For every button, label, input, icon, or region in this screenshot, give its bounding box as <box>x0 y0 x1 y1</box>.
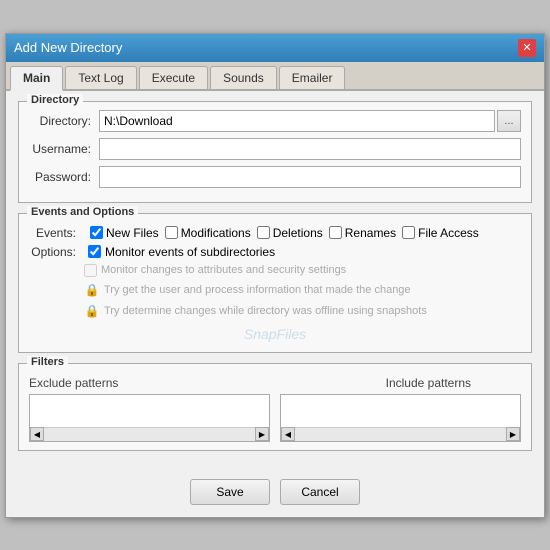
option-get-user-label: Try get the user and process information… <box>104 284 411 296</box>
option-snapshots-label: Try determine changes while directory wa… <box>104 305 427 317</box>
checkbox-renames[interactable] <box>329 226 342 239</box>
include-textarea[interactable] <box>281 395 520 427</box>
exclude-textarea[interactable] <box>30 395 269 427</box>
exclude-scroll-left[interactable]: ◀ <box>30 427 44 441</box>
option-monitor-sub-label: Monitor events of subdirectories <box>105 245 275 259</box>
tab-emailer[interactable]: Emailer <box>279 66 346 89</box>
browse-button[interactable]: ... <box>497 110 521 132</box>
include-scroll-right[interactable]: ▶ <box>506 427 520 441</box>
event-deletions-label: Deletions <box>273 226 323 240</box>
lock-icon-1: 🔒 <box>84 282 100 298</box>
exclude-hscrollbar[interactable]: ◀ ▶ <box>30 427 269 441</box>
directory-label: Directory: <box>29 114 99 128</box>
exclude-scroll-right[interactable]: ▶ <box>255 427 269 441</box>
event-new-files-label: New Files <box>106 226 159 240</box>
checkbox-new-files[interactable] <box>90 226 103 239</box>
directory-section: Directory Directory: ... Username: Passw… <box>18 101 532 203</box>
event-new-files: New Files <box>90 226 159 240</box>
tab-textlog[interactable]: Text Log <box>65 66 136 89</box>
filters-section-label: Filters <box>27 356 68 368</box>
password-label: Password: <box>29 170 99 184</box>
event-modifications: Modifications <box>165 226 251 240</box>
directory-row: Directory: ... <box>29 110 521 132</box>
events-section: Events and Options Events: New Files Mod… <box>18 213 532 353</box>
filters-header: Exclude patterns Include patterns <box>29 372 521 390</box>
watermark: SnapFiles <box>29 324 521 344</box>
exclude-patterns-label: Exclude patterns <box>29 376 118 390</box>
tab-main[interactable]: Main <box>10 66 63 91</box>
event-file-access-label: File Access <box>418 226 479 240</box>
password-input[interactable] <box>99 166 521 188</box>
events-row: Events: New Files Modifications Deletion… <box>29 226 521 240</box>
event-renames-label: Renames <box>345 226 396 240</box>
checkbox-file-access[interactable] <box>402 226 415 239</box>
footer: Save Cancel <box>6 471 544 517</box>
checkbox-modifications[interactable] <box>165 226 178 239</box>
filters-section: Filters Exclude patterns Include pattern… <box>18 363 532 451</box>
event-deletions: Deletions <box>257 226 323 240</box>
events-label: Events: <box>29 226 84 240</box>
tab-bar: Main Text Log Execute Sounds Emailer <box>6 62 544 91</box>
checkbox-monitor-attr[interactable] <box>84 264 97 277</box>
exclude-box: ◀ ▶ <box>29 394 270 442</box>
option-get-user-row: 🔒 Try get the user and process informati… <box>29 282 521 298</box>
cancel-button[interactable]: Cancel <box>280 479 360 505</box>
window-title: Add New Directory <box>14 40 122 55</box>
option-monitor-attr-label: Monitor changes to attributes and securi… <box>101 264 346 276</box>
include-patterns-label: Include patterns <box>386 376 471 390</box>
username-row: Username: <box>29 138 521 160</box>
option-snapshots-row: 🔒 Try determine changes while directory … <box>29 303 521 319</box>
filters-row: ◀ ▶ ◀ ▶ <box>29 394 521 442</box>
checkbox-deletions[interactable] <box>257 226 270 239</box>
event-renames: Renames <box>329 226 396 240</box>
save-button[interactable]: Save <box>190 479 270 505</box>
event-file-access: File Access <box>402 226 479 240</box>
title-bar: Add New Directory ✕ <box>6 34 544 62</box>
directory-section-label: Directory <box>27 94 83 106</box>
events-section-label: Events and Options <box>27 206 138 218</box>
option-monitor-sub-row: Options: Monitor events of subdirectorie… <box>29 245 521 259</box>
option-monitor-attr-row: Monitor changes to attributes and securi… <box>29 264 521 277</box>
main-content: Directory Directory: ... Username: Passw… <box>6 91 544 471</box>
event-modifications-label: Modifications <box>181 226 251 240</box>
lock-icon-2: 🔒 <box>84 303 100 319</box>
tab-execute[interactable]: Execute <box>139 66 208 89</box>
main-window: Add New Directory ✕ Main Text Log Execut… <box>5 33 545 518</box>
tab-sounds[interactable]: Sounds <box>210 66 277 89</box>
directory-input[interactable] <box>99 110 495 132</box>
username-label: Username: <box>29 142 99 156</box>
close-button[interactable]: ✕ <box>518 39 536 57</box>
include-scroll-left[interactable]: ◀ <box>281 427 295 441</box>
include-hscrollbar[interactable]: ◀ ▶ <box>281 427 520 441</box>
include-box: ◀ ▶ <box>280 394 521 442</box>
username-input[interactable] <box>99 138 521 160</box>
options-label: Options: <box>29 245 84 259</box>
password-row: Password: <box>29 166 521 188</box>
checkbox-monitor-sub[interactable] <box>88 245 101 258</box>
